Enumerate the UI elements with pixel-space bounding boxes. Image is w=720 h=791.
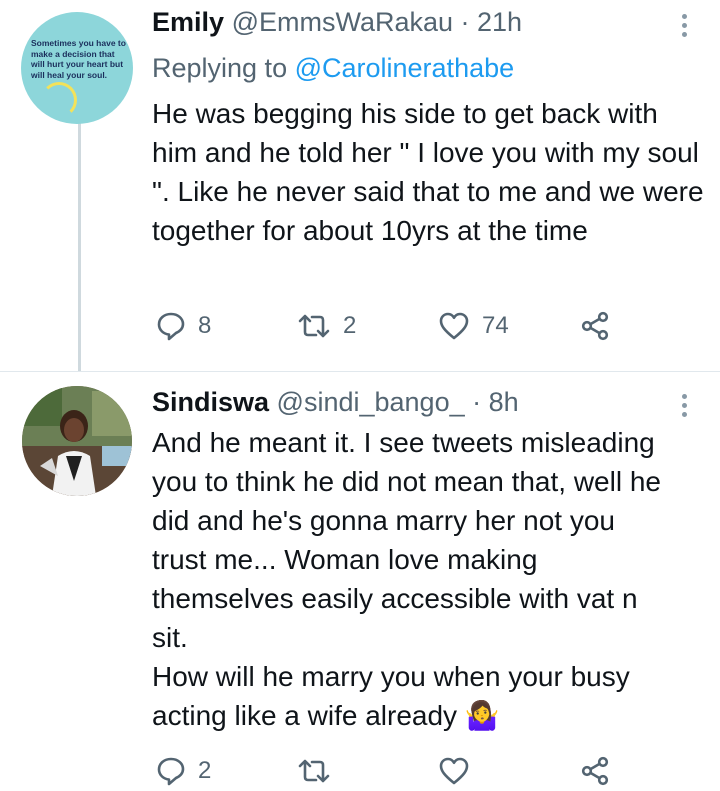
timestamp[interactable]: · 8h [472,387,519,417]
share-icon [581,756,609,786]
tweet-text-line: acting like a wife already 🤷‍♀️ [152,700,500,731]
reply-button[interactable]: 8 [156,306,211,346]
reply-button[interactable]: 2 [156,751,211,791]
like-count: 74 [482,312,509,339]
tweet-header: Emily @EmmsWaRakau · 21h [152,6,522,38]
share-button[interactable] [580,751,610,791]
avatar[interactable] [22,386,132,496]
more-icon[interactable] [682,14,688,41]
retweet-icon [298,314,330,338]
like-icon [439,757,469,785]
more-icon[interactable] [682,394,688,421]
share-icon [581,311,609,341]
tweet-text-line: did and he's gonna marry her not you [152,505,615,536]
replying-to-handle[interactable]: @Carolinerathabe [295,53,515,83]
retweet-button[interactable]: 2 [297,306,356,346]
tweet-text: And he meant it. I see tweets misleading… [152,423,707,735]
user-handle[interactable]: @EmmsWaRakau [232,7,453,37]
retweet-button[interactable] [297,751,343,791]
like-button[interactable] [438,751,482,791]
thread-connector [78,120,81,371]
avatar[interactable]: Sometimes you have to make a decision th… [21,12,133,124]
tweet-header: Sindiswa @sindi_bango_ · 8h [152,386,519,418]
like-button[interactable]: 74 [438,306,509,346]
replying-to-label: Replying to [152,53,295,83]
share-button[interactable] [580,306,610,346]
reply-count: 8 [198,312,212,339]
tweet-text-line: And he meant it. I see tweets misleading [152,427,655,458]
tweet-text-line: themselves easily accessible with vat n [152,583,638,614]
tweet-text-line: sit. [152,622,188,653]
replying-to: Replying to @Carolinerathabe [152,52,514,84]
display-name[interactable]: Emily [152,7,224,37]
tweet-sindiswa[interactable]: Sindiswa @sindi_bango_ · 8h And he meant… [0,372,720,791]
retweet-count: 2 [343,312,357,339]
tweet-emily[interactable]: Sometimes you have to make a decision th… [0,0,720,372]
tweet-actions: 8 2 74 [152,306,712,346]
tweet-text: He was begging his side to get back with… [152,98,704,246]
avatar-photo [22,386,132,496]
display-name[interactable]: Sindiswa [152,387,269,417]
tweet-text-line: How will he marry you when your busy [152,661,630,692]
user-handle[interactable]: @sindi_bango_ [277,387,465,417]
reply-icon [157,757,185,786]
reply-count: 2 [198,757,212,784]
tweet-actions: 2 [152,751,712,791]
tweet-text-line: trust me... Woman love making [152,544,538,575]
like-icon [439,312,469,340]
retweet-icon [298,759,330,783]
avatar-decoration [41,82,77,118]
timestamp[interactable]: · 21h [461,7,523,37]
avatar-image-text: Sometimes you have to make a decision th… [31,38,126,80]
tweet-text-line: you to think he did not mean that, well … [152,466,661,497]
reply-icon [157,312,185,341]
